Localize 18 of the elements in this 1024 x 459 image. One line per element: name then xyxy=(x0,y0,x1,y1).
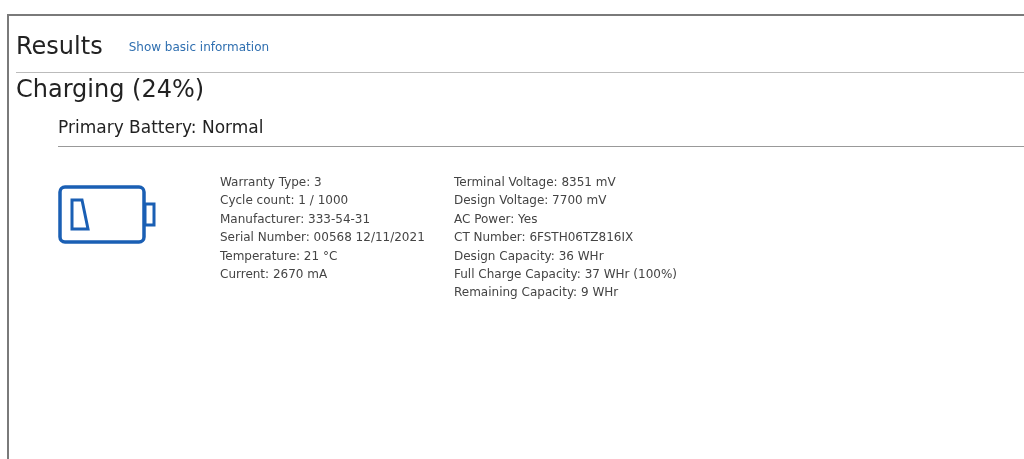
battery-detail: Serial Number: 00568 12/11/2021 xyxy=(220,229,426,247)
battery-detail: Cycle count: 1 / 1000 xyxy=(220,192,350,210)
battery-detail: Warranty Type: 3 xyxy=(220,174,323,191)
battery-detail: Full Charge Capacity: 37 WHr (100%) xyxy=(454,266,678,284)
battery-detail: Remaining Capacity: 9 WHr xyxy=(454,284,620,302)
battery-icon xyxy=(58,185,158,245)
battery-title: Primary Battery: Normal xyxy=(58,116,265,139)
battery-detail: Temperature: 21 °C xyxy=(220,247,339,265)
battery-detail: Manufacturer: 333-54-31 xyxy=(220,210,372,228)
battery-detail: Current: 2670 mA xyxy=(220,266,329,284)
battery-detail: AC Power: Yes xyxy=(454,210,539,228)
battery-detail: Terminal Voltage: 8351 mV xyxy=(454,174,617,191)
battery-detail: Design Voltage: 7700 mV xyxy=(454,192,608,210)
battery-detail: CT Number: 6FSTH06TZ816IX xyxy=(454,229,635,247)
battery-detail: Design Capacity: 36 WHr xyxy=(454,247,605,265)
page-title: Results xyxy=(16,34,103,58)
charging-status: Charging (24%) xyxy=(16,74,206,105)
show-basic-info-link[interactable]: Show basic information xyxy=(128,38,270,56)
